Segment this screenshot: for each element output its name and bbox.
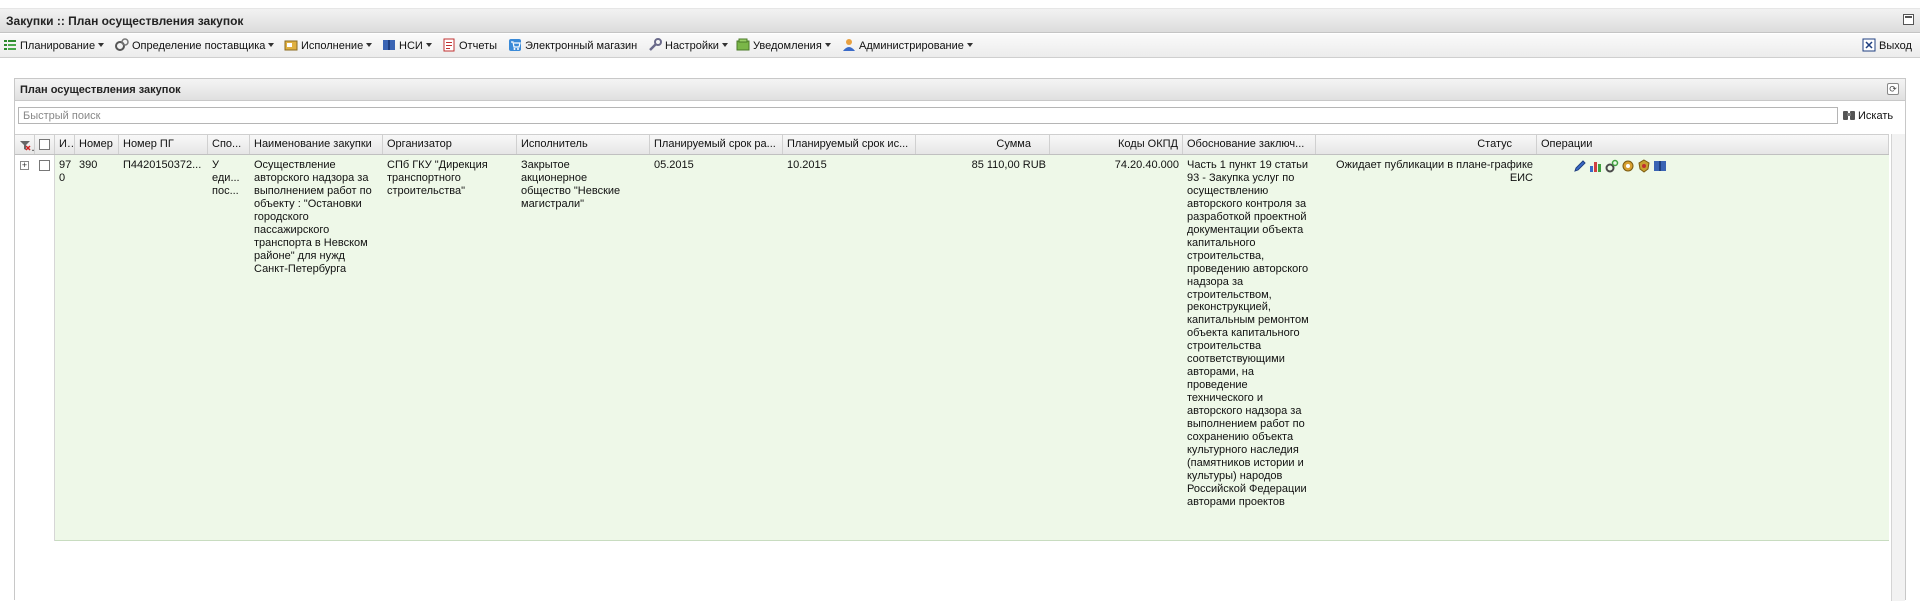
col-okpd[interactable]: Коды ОКПД bbox=[1050, 135, 1183, 154]
col-id[interactable]: Иде bbox=[55, 135, 75, 154]
search-button[interactable]: Искать bbox=[1842, 108, 1893, 124]
user-admin-icon bbox=[843, 39, 855, 51]
cell-id: 970 bbox=[59, 159, 72, 184]
cart-icon bbox=[509, 39, 521, 51]
menu-planning-label: Планирование bbox=[20, 40, 96, 52]
menu-nsi-label: НСИ bbox=[399, 40, 423, 52]
logout-label: Выход bbox=[1879, 40, 1912, 52]
menu-notifications-label: Уведомления bbox=[753, 40, 822, 52]
book-icon[interactable] bbox=[1653, 159, 1667, 173]
cell-name: Осуществление авторского надзора за выпо… bbox=[254, 159, 372, 275]
select-all-header bbox=[35, 135, 55, 154]
col-method[interactable]: Спо... bbox=[208, 135, 250, 154]
logout-icon bbox=[1862, 38, 1876, 52]
menu-execution[interactable]: Исполнение bbox=[284, 38, 373, 54]
panel-header: План осуществления закупок ⟳ bbox=[15, 79, 1905, 101]
wrench-icon bbox=[649, 38, 662, 51]
cell-planned-end: 10.2015 bbox=[787, 159, 827, 171]
cell-planned-start: 05.2015 bbox=[654, 159, 694, 171]
gears-icon[interactable] bbox=[1605, 159, 1619, 173]
report-icon bbox=[443, 38, 455, 52]
gear-icon[interactable] bbox=[1621, 159, 1635, 173]
chart-icon[interactable] bbox=[1589, 159, 1603, 173]
window-titlebar: Закупки :: План осуществления закупок bbox=[0, 9, 1920, 33]
menu-supplier[interactable]: Определение поставщика bbox=[115, 38, 275, 54]
emblem-icon[interactable] bbox=[1637, 159, 1651, 173]
notification-icon bbox=[736, 38, 750, 51]
menu-settings[interactable]: Настройки bbox=[648, 38, 728, 54]
window-title: Закупки :: План осуществления закупок bbox=[6, 14, 244, 28]
cell-number: 390 bbox=[79, 159, 98, 171]
procurement-plan-panel: План осуществления закупок ⟳ Искать Иде … bbox=[14, 78, 1906, 601]
menu-supplier-label: Определение поставщика bbox=[132, 40, 266, 52]
planning-icon bbox=[4, 40, 16, 50]
menu-planning[interactable]: Планирование bbox=[3, 38, 105, 54]
chevron-down-icon bbox=[824, 43, 831, 47]
col-planned-start[interactable]: Планируемый срок ра... bbox=[650, 135, 783, 154]
chevron-down-icon bbox=[268, 43, 275, 47]
menu-eshop[interactable]: Электронный магазин bbox=[508, 38, 637, 54]
chevron-down-icon bbox=[721, 43, 728, 47]
chevron-down-icon bbox=[966, 43, 973, 47]
menu-admin[interactable]: Администрирование bbox=[842, 38, 973, 54]
menu-reports-label: Отчеты bbox=[459, 40, 498, 52]
grid-header: Иде Номер Номер ПГ Спо... Наименование з… bbox=[15, 134, 1889, 155]
chevron-down-icon bbox=[366, 43, 373, 47]
book-icon bbox=[383, 40, 395, 50]
cell-pg-number[interactable]: П4420150372... bbox=[119, 159, 208, 172]
chevron-down-icon bbox=[98, 43, 105, 47]
cell-method: У еди... пос... bbox=[212, 159, 240, 197]
col-executor[interactable]: Исполнитель bbox=[517, 135, 650, 154]
edit-icon[interactable] bbox=[1573, 159, 1587, 173]
row-gutter: + bbox=[15, 155, 55, 541]
col-planned-end[interactable]: Планируемый срок ис... bbox=[783, 135, 916, 154]
select-all-checkbox[interactable] bbox=[39, 139, 50, 150]
col-status[interactable]: Статус bbox=[1316, 135, 1537, 154]
chevron-down-icon bbox=[425, 43, 432, 47]
vertical-scrollbar[interactable] bbox=[1891, 134, 1905, 601]
cell-executor: Закрытое акционерное общество "Невские м… bbox=[521, 159, 621, 210]
menu-eshop-label: Электронный магазин bbox=[525, 40, 638, 52]
quick-search-input[interactable] bbox=[18, 107, 1838, 124]
execution-icon bbox=[284, 40, 298, 51]
cell-okpd: 74.20.40.000 bbox=[1114, 159, 1179, 171]
cell-justification: Часть 1 пункт 19 статьи 93 - Закупка усл… bbox=[1187, 159, 1309, 508]
menu-execution-label: Исполнение bbox=[301, 40, 364, 52]
menu-settings-label: Настройки bbox=[665, 40, 719, 52]
row-checkbox[interactable] bbox=[39, 160, 50, 171]
main-menu: Планирование Определение поставщика Испо… bbox=[0, 34, 1920, 58]
filter-clear-icon bbox=[20, 141, 31, 151]
menu-admin-label: Администрирование bbox=[859, 40, 964, 52]
row-operations bbox=[1573, 159, 1669, 175]
col-number[interactable]: Номер bbox=[75, 135, 119, 154]
cell-status: Ожидает публикации в плане-графике ЕИС bbox=[1336, 159, 1533, 184]
filter-clear-header[interactable] bbox=[15, 135, 35, 154]
col-organizer[interactable]: Организатор bbox=[383, 135, 517, 154]
panel-title: План осуществления закупок bbox=[20, 84, 181, 96]
binoculars-icon bbox=[1843, 111, 1855, 120]
col-name[interactable]: Наименование закупки bbox=[250, 135, 383, 154]
cell-organizer: СПб ГКУ "Дирекция транспортного строител… bbox=[387, 159, 488, 197]
supplier-gears-icon bbox=[115, 38, 129, 51]
top-border bbox=[0, 0, 1920, 9]
search-button-label: Искать bbox=[1858, 110, 1894, 122]
maximize-icon[interactable] bbox=[1903, 14, 1914, 25]
col-pg-number[interactable]: Номер ПГ bbox=[119, 135, 208, 154]
col-operations[interactable]: Операции bbox=[1537, 135, 1889, 154]
cell-sum: 85 110,00 RUB bbox=[971, 159, 1046, 171]
menu-notifications[interactable]: Уведомления bbox=[736, 38, 831, 54]
row-expand-icon[interactable]: + bbox=[20, 161, 29, 170]
col-sum[interactable]: Сумма bbox=[916, 135, 1050, 154]
logout-button[interactable]: Выход bbox=[1862, 38, 1912, 54]
menu-nsi[interactable]: НСИ bbox=[382, 38, 432, 54]
col-justification[interactable]: Обоснование заключ... bbox=[1183, 135, 1316, 154]
menu-reports[interactable]: Отчеты bbox=[442, 38, 497, 54]
refresh-icon[interactable]: ⟳ bbox=[1887, 83, 1899, 95]
